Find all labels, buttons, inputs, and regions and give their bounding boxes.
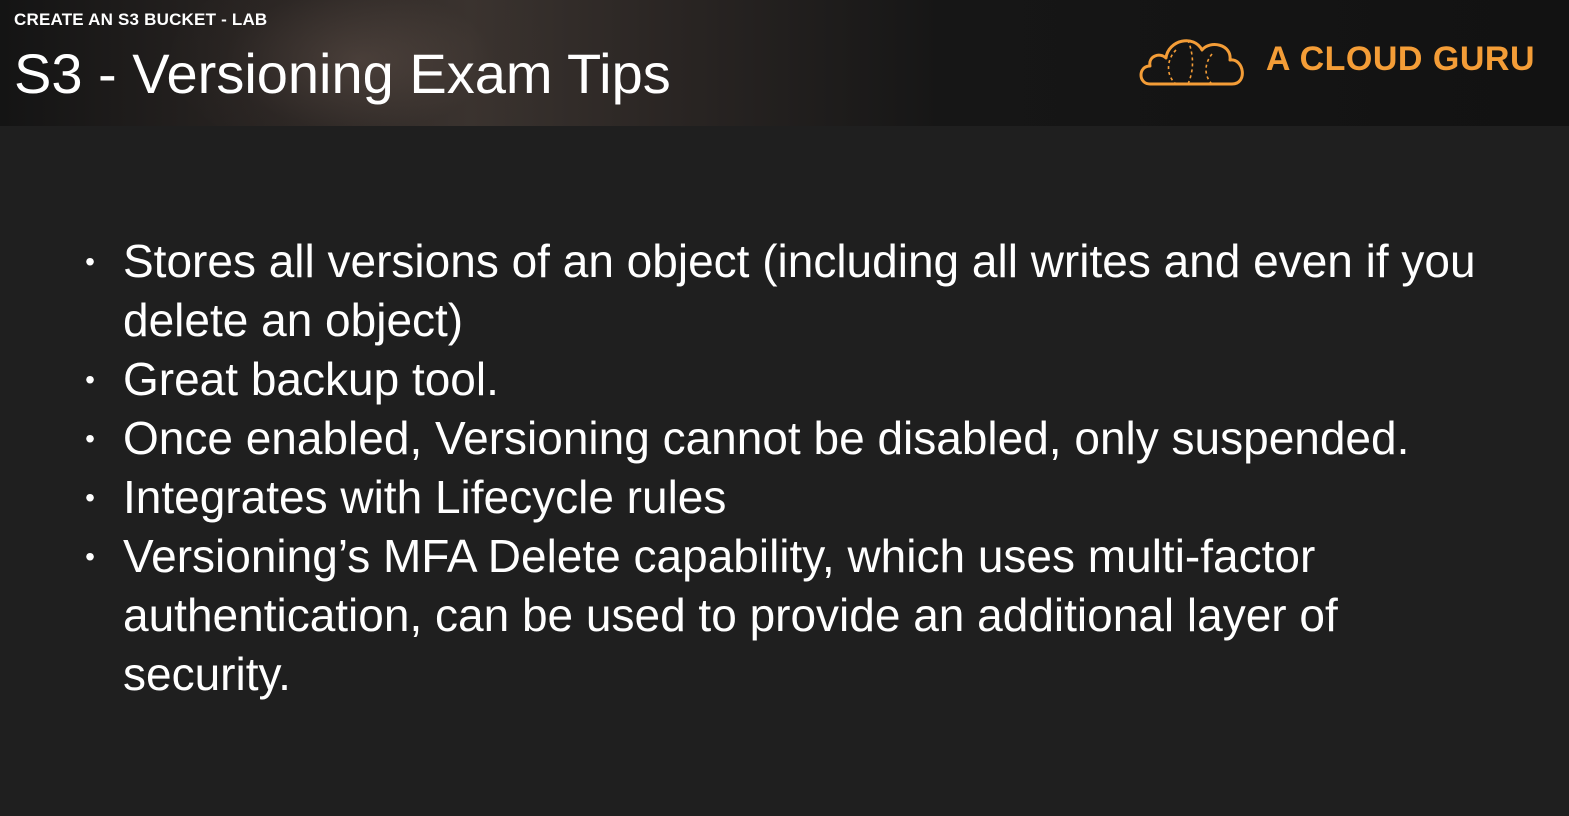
bullet-item: • Integrates with Lifecycle rules [80,468,1500,527]
bullet-dot-icon: • [85,246,95,277]
brand-logo: A CLOUD GURU [1136,24,1535,94]
slide-header: CREATE AN S3 BUCKET - LAB S3 - Versionin… [0,0,1569,126]
bullet-dot-icon: • [85,423,95,454]
bullet-item: • Once enabled, Versioning cannot be dis… [80,409,1500,468]
bullet-list: • Stores all versions of an object (incl… [80,232,1500,704]
bullet-text: Integrates with Lifecycle rules [123,471,727,523]
bullet-dot-icon: • [85,364,95,395]
slide-title: S3 - Versioning Exam Tips [14,42,671,105]
bullet-text: Stores all versions of an object (includ… [123,235,1476,346]
bullet-text: Once enabled, Versioning cannot be disab… [123,412,1410,464]
bullet-text: Great backup tool. [123,353,499,405]
lab-label: CREATE AN S3 BUCKET - LAB [14,10,268,29]
cloud-logo-icon [1136,26,1252,92]
slide: CREATE AN S3 BUCKET - LAB S3 - Versionin… [0,0,1569,816]
bullet-item: • Great backup tool. [80,350,1500,409]
bullet-text: Versioning’s MFA Delete capability, whic… [123,530,1338,700]
bullet-dot-icon: • [85,482,95,513]
bullet-dot-icon: • [85,541,95,572]
slide-content: • Stores all versions of an object (incl… [80,232,1500,704]
brand-name: A CLOUD GURU [1265,39,1535,78]
bullet-item: • Versioning’s MFA Delete capability, wh… [80,527,1500,704]
bullet-item: • Stores all versions of an object (incl… [80,232,1500,350]
